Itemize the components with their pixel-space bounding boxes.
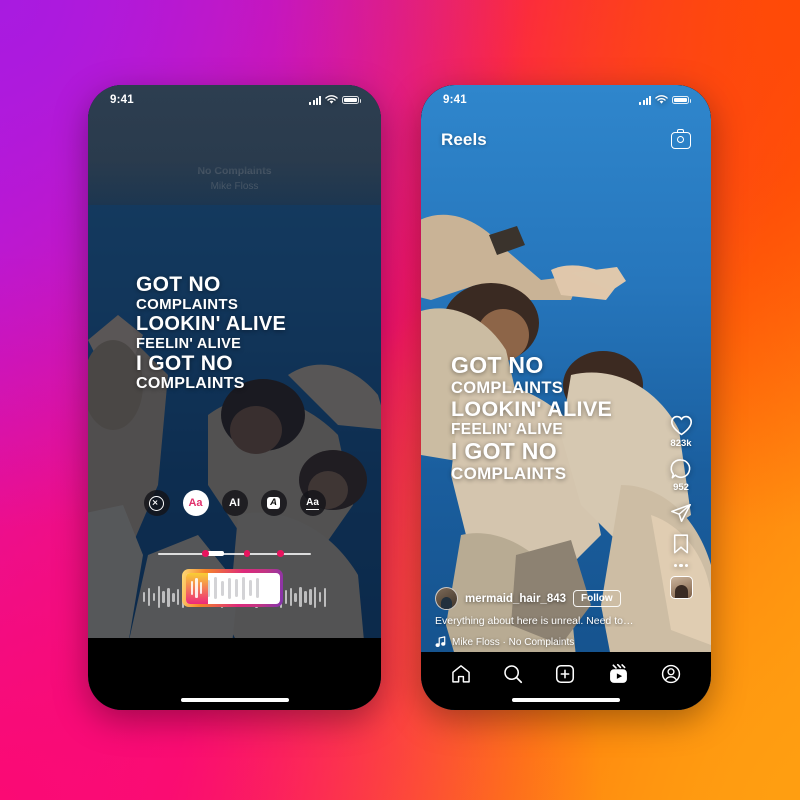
lyrics-timeline-scrubber[interactable] — [158, 549, 311, 559]
left-status-icons — [309, 95, 362, 105]
left-lyrics-overlay[interactable]: GOT NO COMPLAINTS LOOKIN' ALIVE FEELIN' … — [136, 273, 286, 393]
lyric-line-5: I GOT NO — [136, 351, 233, 375]
right-phone-mockup: 9:41 Reels GOT NO COMPLAINTS LOOKIN' ALI… — [421, 85, 711, 710]
close-button[interactable] — [143, 490, 170, 516]
music-credit: Mike Floss · No Complaints — [452, 636, 575, 648]
reels-icon — [609, 663, 627, 683]
tab-profile[interactable] — [660, 663, 682, 685]
lyric-line-1: GOT NO — [451, 352, 544, 378]
lyric-line-3: LOOKIN' ALIVE — [136, 313, 287, 336]
wifi-icon — [655, 95, 668, 104]
wifi-icon — [325, 95, 338, 104]
tab-create[interactable] — [554, 663, 576, 685]
tab-reels[interactable] — [607, 663, 630, 686]
bookmark-icon — [673, 534, 689, 554]
more-dots-icon — [673, 564, 689, 568]
reels-title: Reels — [441, 130, 487, 149]
font-style-toolbar: Aa AI A Aa — [88, 485, 381, 521]
close-circle-icon — [149, 495, 164, 511]
text-style-underline-icon: Aa — [306, 496, 319, 510]
battery-icon — [342, 95, 362, 105]
tab-home[interactable] — [450, 663, 472, 685]
music-note-icon — [435, 636, 446, 647]
comment-button[interactable]: 952 — [670, 458, 692, 493]
heart-icon — [670, 415, 692, 436]
camera-icon[interactable] — [671, 128, 691, 149]
lyric-line-5: I GOT NO — [451, 437, 557, 464]
lyric-line-4: FEELIN' ALIVE — [136, 335, 242, 352]
cellular-signal-icon — [309, 95, 321, 105]
timeline-track — [158, 553, 311, 555]
share-button[interactable] — [670, 502, 692, 524]
like-button[interactable]: 823k — [670, 415, 693, 449]
waveform-selection-handle[interactable] — [185, 572, 208, 604]
right-phone-screen: 9:41 Reels GOT NO COMPLAINTS LOOKIN' ALI… — [421, 85, 711, 710]
waveform-selection[interactable] — [182, 569, 283, 607]
post-caption[interactable]: Everything about here is unreal. Need to… — [435, 615, 697, 627]
left-phone-mockup: 9:41 Cancel Done No Complaints Mike Flos — [88, 85, 381, 710]
left-home-indicator — [180, 698, 289, 702]
right-home-indicator — [512, 698, 620, 702]
user-avatar[interactable] — [435, 587, 458, 610]
font-style-aa-pink[interactable]: Aa — [182, 490, 209, 516]
lyric-line-3: LOOKIN' ALIVE — [451, 397, 613, 422]
left-phone-screen: 9:41 Cancel Done No Complaints Mike Flos — [88, 85, 381, 710]
cellular-signal-icon — [639, 95, 651, 105]
font-style-aa-underline[interactable]: Aa — [299, 490, 326, 516]
paper-plane-icon — [671, 503, 691, 523]
lyric-line-2: COMPLAINTS — [451, 378, 564, 397]
more-options-button[interactable] — [673, 564, 689, 568]
battery-icon — [672, 95, 692, 105]
right-status-bar: 9:41 — [421, 85, 711, 115]
right-status-time: 9:41 — [443, 94, 467, 106]
plus-box-icon — [556, 664, 575, 684]
search-icon — [504, 665, 523, 684]
post-user-row: mermaid_hair_843 Follow — [435, 587, 697, 610]
post-username[interactable]: mermaid_hair_843 — [465, 593, 566, 605]
reels-action-rail: 823k 952 — [663, 415, 699, 600]
home-icon — [452, 665, 470, 683]
screenshot-canvas: 9:41 Cancel Done No Complaints Mike Flos — [0, 0, 800, 800]
tab-search[interactable] — [502, 663, 524, 685]
lyric-line-6: COMPLAINTS — [451, 464, 567, 484]
font-style-al[interactable]: AI — [221, 490, 248, 516]
font-style-a-boxed[interactable]: A — [260, 490, 287, 516]
right-lyrics-overlay: GOT NO COMPLAINTS LOOKIN' ALIVE FEELIN' … — [451, 352, 613, 484]
lyric-line-6: COMPLAINTS — [136, 375, 245, 393]
timeline-marker[interactable] — [243, 550, 251, 557]
right-status-icons — [639, 95, 692, 105]
save-button[interactable] — [672, 533, 690, 555]
post-music-row[interactable]: Mike Floss · No Complaints — [435, 636, 697, 648]
reels-post-meta: mermaid_hair_843 Follow Everything about… — [421, 587, 711, 648]
lyric-line-4: FEELIN' ALIVE — [451, 421, 564, 439]
like-count: 823k — [670, 438, 692, 449]
timeline-marker[interactable] — [202, 550, 209, 557]
comment-count: 952 — [673, 482, 689, 493]
timeline-marker[interactable] — [277, 550, 284, 557]
timeline-active-segment — [206, 551, 224, 556]
left-status-time: 9:41 — [110, 94, 134, 106]
left-status-bar: 9:41 — [88, 85, 381, 115]
text-style-boxed-icon: A — [267, 497, 280, 509]
follow-button[interactable]: Follow — [573, 590, 621, 607]
profile-icon — [661, 664, 681, 684]
lyric-line-1: GOT NO — [136, 273, 221, 296]
lyric-line-2: COMPLAINTS — [136, 295, 239, 313]
comment-icon — [670, 459, 691, 479]
reels-top-bar: Reels — [421, 123, 711, 157]
